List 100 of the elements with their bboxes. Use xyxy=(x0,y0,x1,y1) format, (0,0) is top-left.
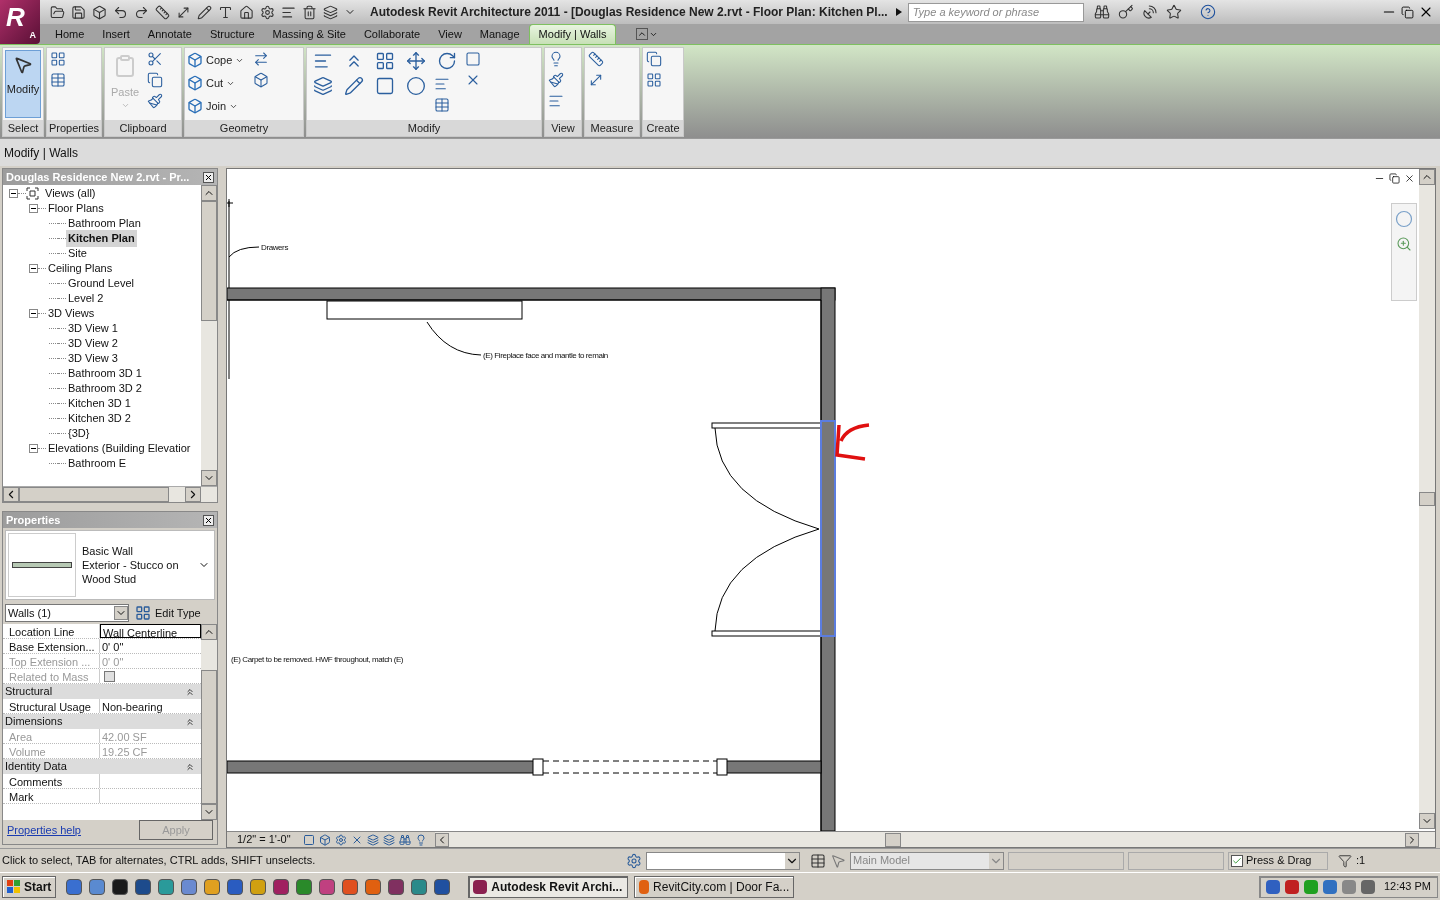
browser-item[interactable]: Kitchen 3D 1 xyxy=(66,395,133,412)
collapse-icon[interactable] xyxy=(29,444,38,453)
zoom-icon[interactable] xyxy=(1396,236,1412,252)
quick-launch-icon[interactable] xyxy=(66,878,83,895)
satellite-dish-icon[interactable] xyxy=(1141,4,1158,20)
quick-launch-icon[interactable] xyxy=(112,878,129,895)
browser-item[interactable]: 3D Views xyxy=(46,305,97,322)
browser-item[interactable]: Floor Plans xyxy=(46,200,106,217)
start-button[interactable]: Start xyxy=(2,875,57,898)
worksets-icon[interactable] xyxy=(626,852,642,869)
view-control-icon[interactable] xyxy=(335,833,347,846)
dropdown-icon[interactable] xyxy=(785,852,799,869)
tool-button[interactable]: Cut xyxy=(187,73,249,93)
ribbon-tab[interactable]: View xyxy=(429,24,471,44)
gear-icon[interactable] xyxy=(260,4,275,20)
quick-launch-icon[interactable] xyxy=(204,878,221,895)
taskbar-window-button[interactable]: RevitCity.com | Door Fa... xyxy=(634,875,795,898)
browser-item[interactable]: Ground Level xyxy=(66,275,137,292)
scrollbar[interactable] xyxy=(1419,169,1435,829)
quick-launch-icon[interactable] xyxy=(273,878,290,895)
expand-arrow-icon[interactable] xyxy=(895,8,902,16)
properties-help-link[interactable]: Properties help xyxy=(7,821,81,839)
browser-item[interactable]: Bathroom E xyxy=(66,455,129,472)
tool-button[interactable]: Join xyxy=(187,96,249,116)
browser-item[interactable]: 3D View 3 xyxy=(66,350,120,367)
ribbon-tab[interactable]: Collaborate xyxy=(354,24,430,44)
drawing-canvas[interactable]: Drawers (E) Fireplace face and mantle to remain (E) Carpet to be removed. HWF throughout, match (E) xyxy=(227,169,1435,831)
quick-launch-icon[interactable] xyxy=(388,878,405,895)
view-control-icon[interactable] xyxy=(399,833,411,846)
scroll-left-icon[interactable] xyxy=(3,487,19,502)
tray-icon[interactable] xyxy=(1360,879,1375,894)
property-value[interactable]: 0' 0" xyxy=(100,639,201,653)
browser-item[interactable]: Elevations (Building Elevatior xyxy=(46,440,193,457)
view-control-icon[interactable] xyxy=(367,833,379,846)
quick-launch-icon[interactable] xyxy=(181,878,198,895)
properties-palette-icon[interactable] xyxy=(50,72,66,88)
ruler-icon[interactable] xyxy=(588,51,604,67)
help-icon[interactable] xyxy=(1199,4,1216,20)
close-icon[interactable] xyxy=(203,514,214,526)
scroll-thumb[interactable] xyxy=(19,487,169,502)
browser-item[interactable]: Site xyxy=(66,245,89,262)
quick-launch-icon[interactable] xyxy=(365,878,382,895)
tray-icon[interactable] xyxy=(1284,879,1299,894)
quick-launch-icon[interactable] xyxy=(319,878,336,895)
cube-icon[interactable] xyxy=(92,4,107,20)
scroll-thumb[interactable] xyxy=(201,670,217,804)
view-control-icon[interactable] xyxy=(303,833,315,846)
lightbulb-icon[interactable] xyxy=(548,51,564,67)
quick-launch-icon[interactable] xyxy=(135,878,152,895)
press-drag-checkbox[interactable]: Press & Drag xyxy=(1228,851,1328,870)
scroll-right-icon[interactable] xyxy=(185,487,201,502)
ribbon-tab[interactable]: Modify | Walls xyxy=(528,24,617,44)
tool-button[interactable]: Cope xyxy=(187,50,249,70)
browser-item[interactable]: Kitchen 3D 2 xyxy=(66,410,133,427)
scissors-icon[interactable] xyxy=(147,51,163,67)
quick-launch-icon[interactable] xyxy=(434,878,451,895)
ruler-icon[interactable] xyxy=(155,4,170,20)
horizontal-scrollbar[interactable] xyxy=(3,486,217,502)
browser-item[interactable]: Bathroom Plan xyxy=(66,215,143,232)
scrollbar[interactable] xyxy=(201,185,217,486)
property-value[interactable]: Non-bearing xyxy=(100,699,201,713)
ribbon-tab[interactable]: Insert xyxy=(93,24,139,44)
browser-item[interactable]: Kitchen Plan xyxy=(66,230,137,247)
scroll-thumb[interactable] xyxy=(1419,492,1435,506)
tool-button[interactable]: Modify xyxy=(5,50,41,118)
view-control-icon[interactable] xyxy=(319,833,331,846)
browser-item[interactable]: Views (all) xyxy=(43,185,98,202)
browser-item[interactable]: Level 2 xyxy=(66,290,106,307)
ribbon-tab[interactable]: Manage xyxy=(470,24,529,44)
trash-icon[interactable] xyxy=(302,4,317,20)
match-brush-icon[interactable] xyxy=(147,93,163,109)
diagonal-arrow-icon[interactable] xyxy=(176,4,191,20)
collapse-icon[interactable] xyxy=(9,189,18,198)
view-scale[interactable]: 1/2" = 1'-0" xyxy=(237,831,303,848)
browser-item[interactable]: 3D View 2 xyxy=(66,335,120,352)
restore-icon[interactable] xyxy=(1401,5,1414,19)
collapse-icon[interactable] xyxy=(29,204,38,213)
scroll-thumb[interactable] xyxy=(885,832,901,847)
browser-item[interactable]: Bathroom 3D 1 xyxy=(66,365,144,382)
filter-icon[interactable] xyxy=(1338,853,1352,868)
quick-launch-icon[interactable] xyxy=(296,878,313,895)
star-icon[interactable] xyxy=(1165,4,1182,20)
undo-icon[interactable] xyxy=(113,4,128,20)
save-icon[interactable] xyxy=(71,4,86,20)
ribbon-tab[interactable]: Massing & Site xyxy=(263,24,355,44)
browser-item[interactable]: Ceiling Plans xyxy=(46,260,115,277)
close-icon[interactable] xyxy=(1404,173,1415,184)
pencil-icon[interactable] xyxy=(197,4,212,20)
taskbar-window-button[interactable]: Autodesk Revit Archi... xyxy=(468,875,629,898)
view-control-icon[interactable] xyxy=(383,833,395,846)
quick-launch-icon[interactable] xyxy=(411,878,428,895)
quick-launch-icon[interactable] xyxy=(250,878,267,895)
type-properties-icon[interactable] xyxy=(50,51,66,67)
quick-launch-icon[interactable] xyxy=(342,878,359,895)
quick-launch-icon[interactable] xyxy=(89,878,106,895)
tray-icon[interactable] xyxy=(1265,879,1280,894)
tray-icon[interactable] xyxy=(1322,879,1337,894)
restore-icon[interactable] xyxy=(1389,173,1400,184)
scroll-thumb[interactable] xyxy=(201,201,217,321)
layers-icon[interactable] xyxy=(323,4,338,20)
